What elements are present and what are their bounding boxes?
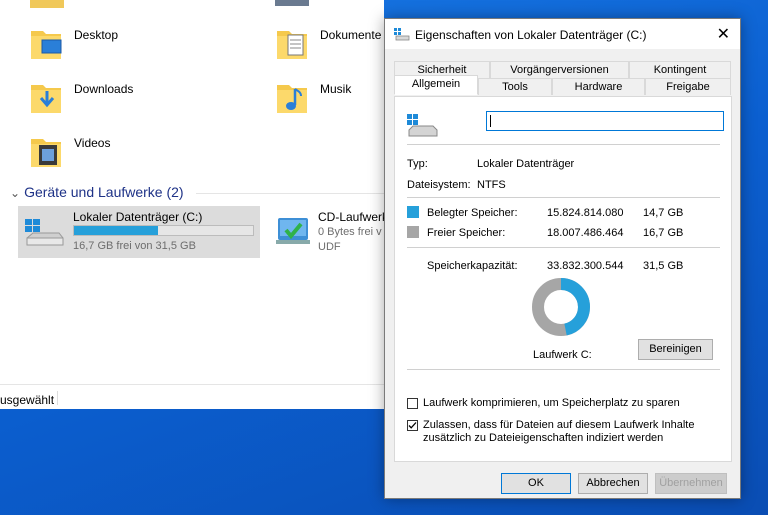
type-value: Lokaler Datenträger <box>477 158 575 170</box>
music-folder-icon <box>277 85 307 113</box>
used-space-gb: 14,7 GB <box>643 207 684 219</box>
downloads-folder-icon <box>31 85 61 113</box>
cd-drive-filesystem: UDF <box>318 241 341 253</box>
desktop-folder-icon <box>31 31 62 59</box>
apply-button[interactable]: Übernehmen <box>655 473 727 494</box>
folder-documents[interactable]: Dokumente <box>275 23 384 65</box>
file-explorer-window: Desktop Dokumente Downloads Musik Videos… <box>0 0 388 409</box>
status-separator <box>57 391 58 405</box>
used-space-label: Belegter Speicher: <box>427 207 518 219</box>
videos-folder-icon <box>31 139 61 167</box>
drive-c-usage-fill <box>74 226 158 235</box>
general-tab-panel: Typ: Lokaler Datenträger Dateisystem: NT… <box>394 96 732 462</box>
folder-label: Desktop <box>74 28 119 42</box>
text-caret <box>490 115 491 127</box>
group-header-label: Geräte und Laufwerke (2) <box>24 184 184 200</box>
type-label: Typ: <box>407 158 428 170</box>
status-selection-text: usgewählt <box>0 393 55 407</box>
folder-label: Downloads <box>74 82 134 96</box>
dialog-title: Eigenschaften von Lokaler Datenträger (C… <box>415 28 647 42</box>
drive-name-input[interactable] <box>486 111 724 131</box>
checkmark-icon <box>408 422 417 429</box>
tab-quota[interactable]: Kontingent <box>629 61 731 78</box>
capacity-gb: 31,5 GB <box>643 260 684 272</box>
devices-group-header[interactable]: ⌄ Geräte und Laufwerke (2) <box>10 184 184 200</box>
tab-tools[interactable]: Tools <box>478 78 552 95</box>
hard-drive-icon <box>25 219 64 246</box>
chevron-down-icon: ⌄ <box>10 186 21 200</box>
cancel-button[interactable]: Abbrechen <box>578 473 648 494</box>
group-divider <box>196 193 384 194</box>
documents-folder-icon <box>277 31 307 59</box>
folder-desktop[interactable]: Desktop <box>29 23 159 65</box>
filesystem-label: Dateisystem: <box>407 179 471 191</box>
dialog-titlebar[interactable]: Eigenschaften von Lokaler Datenträger (C… <box>385 19 740 49</box>
cd-drive-name[interactable]: CD-Laufwerk <box>318 210 388 224</box>
divider <box>407 247 720 248</box>
folder-icon-partial <box>30 0 64 8</box>
cd-drive-free-text: 0 Bytes frei v <box>318 226 382 238</box>
used-space-swatch <box>407 206 419 218</box>
index-checkbox[interactable] <box>407 420 418 431</box>
drive-title-icon <box>394 28 410 41</box>
tab-hardware[interactable]: Hardware <box>552 78 645 95</box>
cleanup-button[interactable]: Bereinigen <box>638 339 713 360</box>
tab-previous-versions[interactable]: Vorgängerversionen <box>490 61 629 78</box>
close-icon[interactable]: ✕ <box>717 24 730 44</box>
drive-c-name: Lokaler Datenträger (C:) <box>73 210 203 224</box>
tab-general[interactable]: Allgemein <box>394 75 478 95</box>
index-label-line2: zusätzlich zu Dateieigenschaften indizie… <box>423 432 664 444</box>
compress-checkbox[interactable] <box>407 398 418 409</box>
folder-icon-partial <box>275 0 309 6</box>
index-label-line1: Zulassen, dass für Dateien auf diesem La… <box>423 419 695 431</box>
folder-label: Musik <box>320 82 352 96</box>
disk-usage-donut-chart <box>532 278 590 336</box>
ok-button[interactable]: OK <box>501 473 571 494</box>
capacity-bytes: 33.832.300.544 <box>547 260 624 272</box>
divider <box>407 197 720 198</box>
folder-videos[interactable]: Videos <box>29 131 159 173</box>
folder-label: Videos <box>74 136 111 150</box>
folder-music[interactable]: Musik <box>275 77 384 119</box>
folder-downloads[interactable]: Downloads <box>29 77 159 119</box>
used-space-bytes: 15.824.814.080 <box>547 207 624 219</box>
hard-drive-icon <box>407 114 438 137</box>
compress-label: Laufwerk komprimieren, um Speicherplatz … <box>423 397 680 409</box>
tab-sharing[interactable]: Freigabe <box>645 78 731 95</box>
free-space-swatch <box>407 226 419 238</box>
free-space-bytes: 18.007.486.464 <box>547 227 624 239</box>
divider <box>407 369 720 370</box>
free-space-label: Freier Speicher: <box>427 227 506 239</box>
drive-properties-dialog: Eigenschaften von Lokaler Datenträger (C… <box>384 18 741 499</box>
drive-c-free-text: 16,7 GB frei von 31,5 GB <box>73 240 196 252</box>
free-space-gb: 16,7 GB <box>643 227 684 239</box>
divider <box>407 144 720 145</box>
folder-label: Dokumente <box>320 28 382 42</box>
filesystem-value: NTFS <box>477 179 506 191</box>
drive-caption: Laufwerk C: <box>533 349 592 361</box>
status-bar: usgewählt <box>0 384 384 409</box>
capacity-label: Speicherkapazität: <box>427 260 518 272</box>
cd-drive-icon <box>276 218 310 244</box>
drive-c-usage-bar <box>73 225 254 236</box>
